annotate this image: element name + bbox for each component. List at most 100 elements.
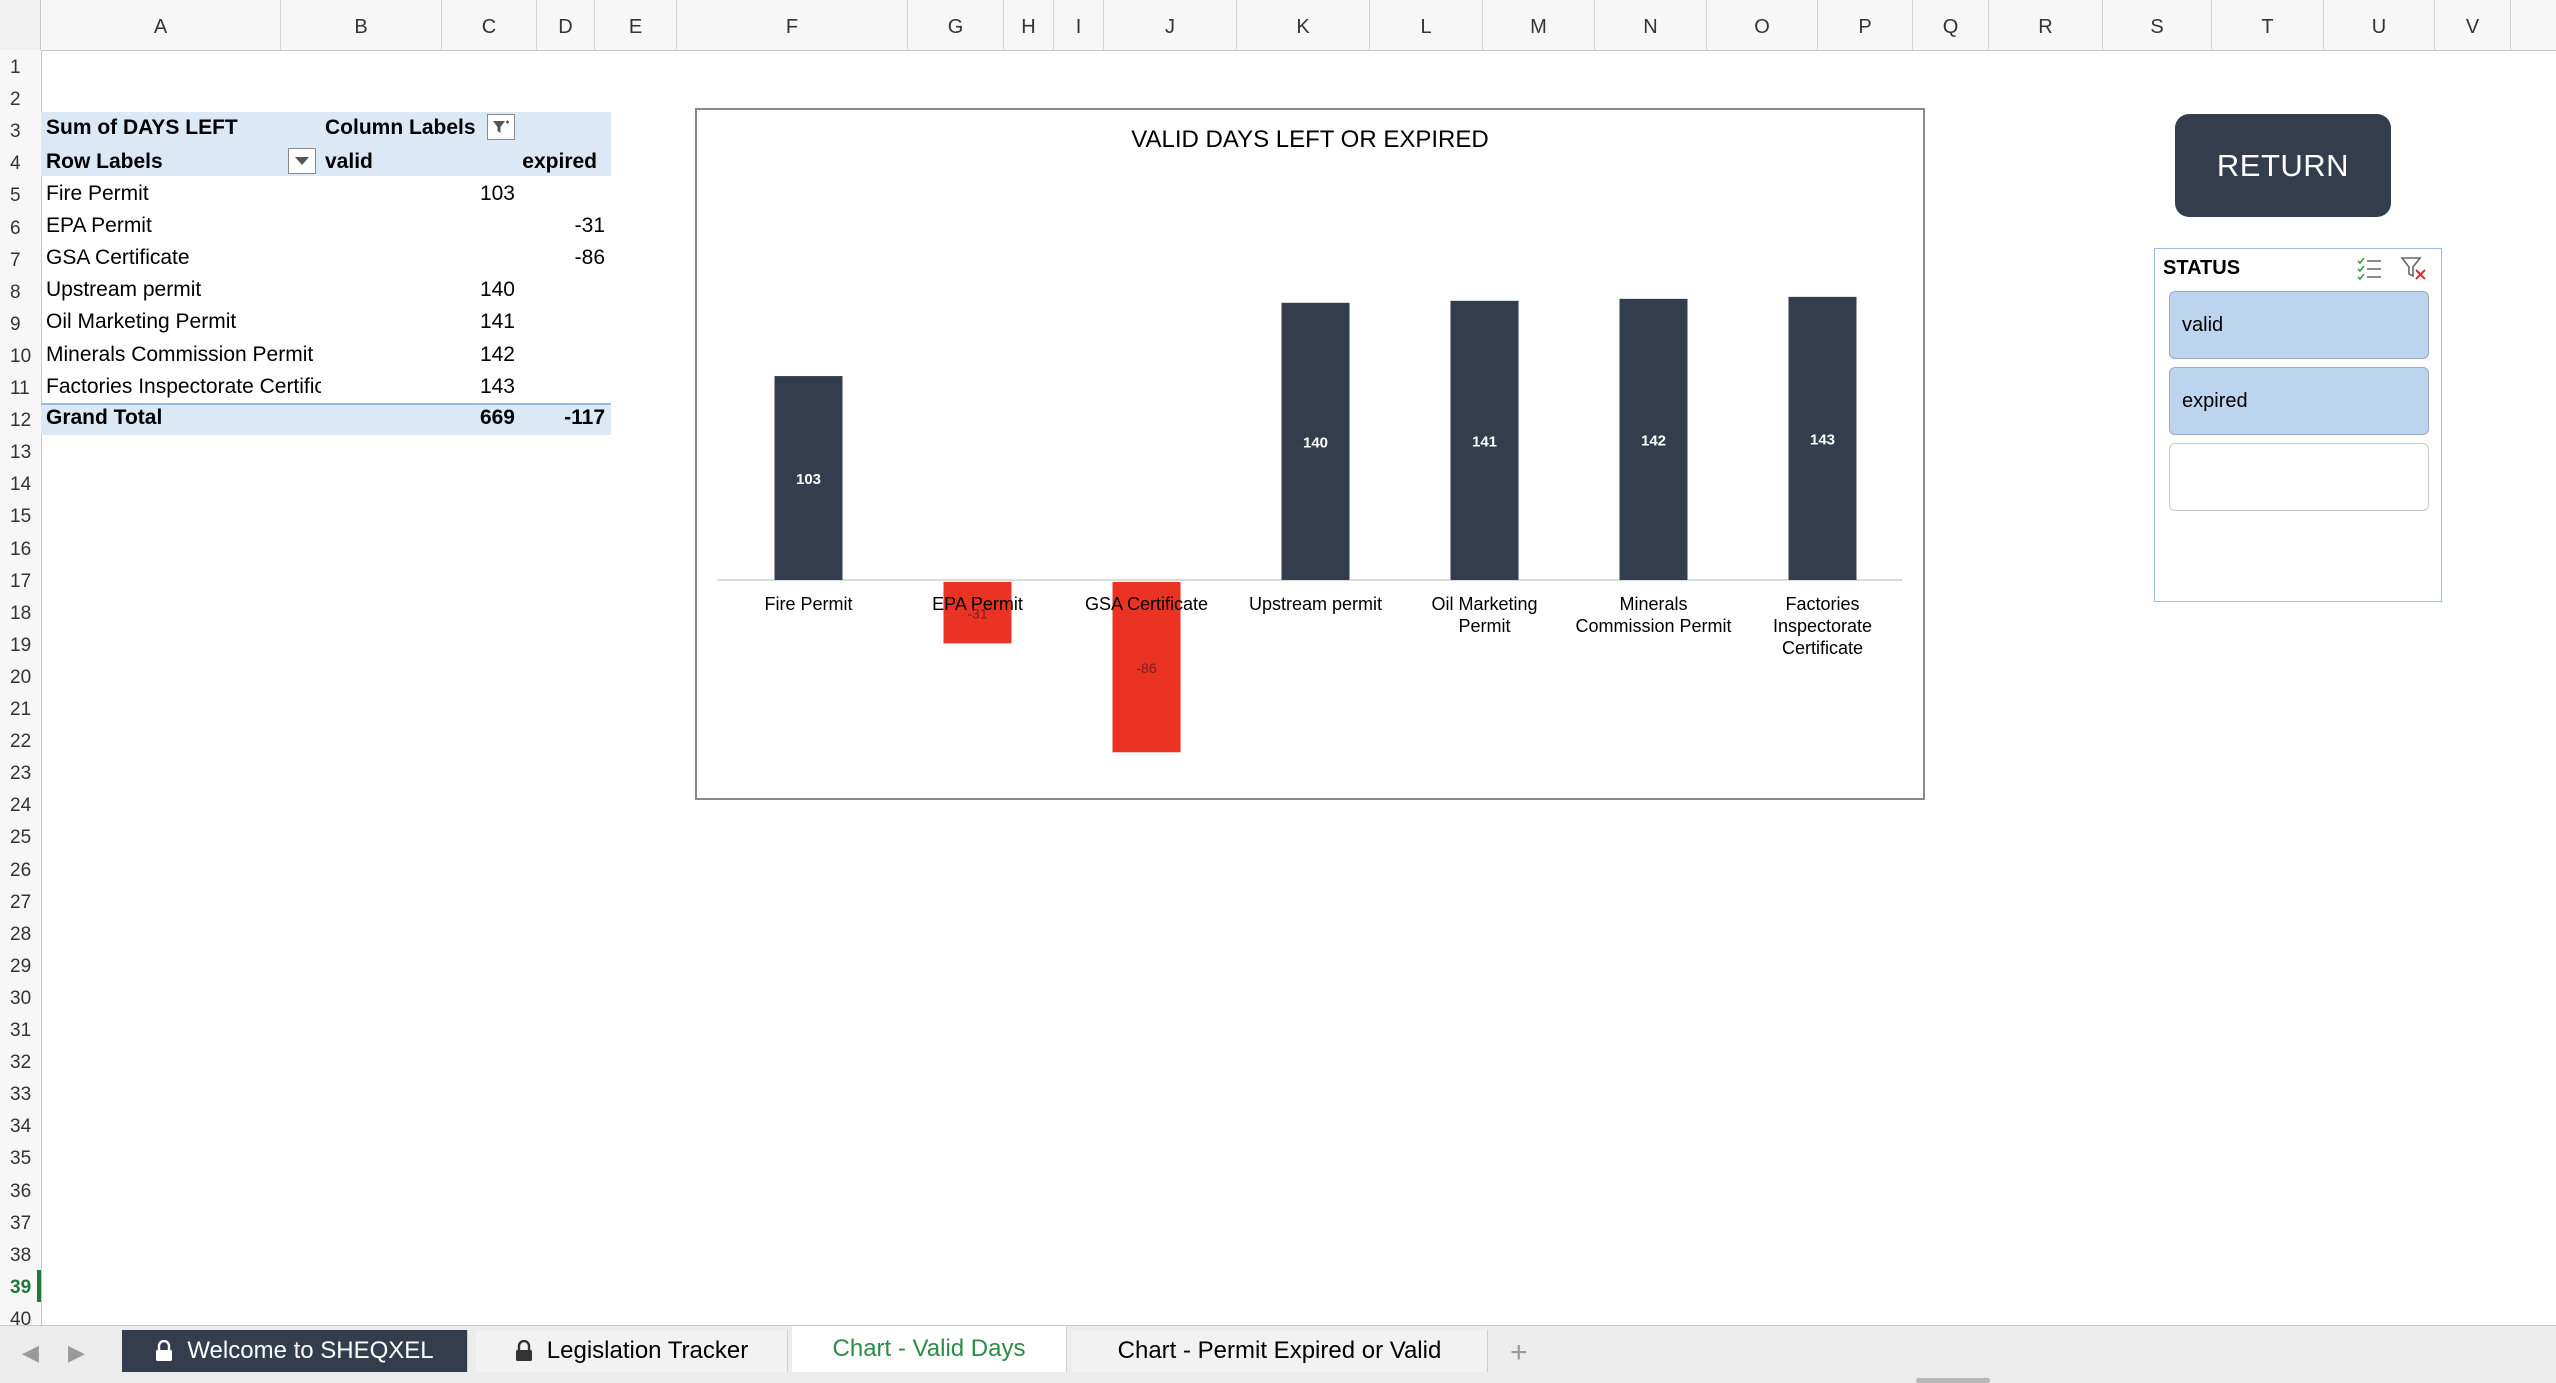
row-header-19[interactable]: 19 xyxy=(0,628,41,660)
category-label: Commission Permit xyxy=(1575,616,1731,636)
column-header-g[interactable]: G xyxy=(908,0,1004,50)
column-header-c[interactable]: C xyxy=(442,0,537,50)
column-filter-button[interactable] xyxy=(487,114,515,140)
pivot-row-expired: -86 xyxy=(574,246,605,270)
column-header-h[interactable]: H xyxy=(1004,0,1054,50)
row-header-38[interactable]: 38 xyxy=(0,1238,41,1270)
row-header-21[interactable]: 21 xyxy=(0,692,41,724)
sheet-tab-label: Chart - Valid Days xyxy=(832,1335,1026,1362)
row-header-28[interactable]: 28 xyxy=(0,917,41,949)
row-header-14[interactable]: 14 xyxy=(0,467,41,499)
sheet-tab-2[interactable]: Legislation Tracker xyxy=(476,1330,788,1372)
column-header-e[interactable]: E xyxy=(595,0,677,50)
pivot-row-label: EPA Permit xyxy=(46,214,152,238)
row-header-17[interactable]: 17 xyxy=(0,564,41,596)
category-label: Permit xyxy=(1458,616,1510,636)
column-header-v[interactable]: V xyxy=(2435,0,2511,50)
row-header-5[interactable]: 5 xyxy=(0,178,41,210)
column-header-l[interactable]: L xyxy=(1370,0,1483,50)
row-header-31[interactable]: 31 xyxy=(0,1013,41,1045)
row-header-33[interactable]: 33 xyxy=(0,1077,41,1109)
add-sheet-button[interactable]: + xyxy=(1510,1336,1528,1370)
column-header-n[interactable]: N xyxy=(1595,0,1707,50)
column-header-q[interactable]: Q xyxy=(1913,0,1989,50)
sheet-tab-4[interactable]: Chart - Permit Expired or Valid xyxy=(1072,1330,1488,1372)
row-header-34[interactable]: 34 xyxy=(0,1109,41,1141)
row-header-27[interactable]: 27 xyxy=(0,885,41,917)
row-header-3[interactable]: 3 xyxy=(0,114,41,146)
slicer-item-valid[interactable]: valid xyxy=(2169,291,2429,359)
row-header-32[interactable]: 32 xyxy=(0,1045,41,1077)
data-label: -86 xyxy=(1136,660,1156,676)
row-header-11[interactable]: 11 xyxy=(0,371,41,403)
clear-filter-icon[interactable] xyxy=(2400,255,2428,286)
row-header-25[interactable]: 25 xyxy=(0,820,41,852)
return-button[interactable]: RETURN xyxy=(2175,114,2391,217)
pivot-row-label: Factories Inspectorate Certificate xyxy=(46,374,321,398)
row-header-26[interactable]: 26 xyxy=(0,853,41,885)
sheet-tab-label: Welcome to SHEQXEL xyxy=(187,1337,434,1364)
row-header-7[interactable]: 7 xyxy=(0,243,41,275)
column-header-i[interactable]: I xyxy=(1054,0,1104,50)
pivot-row-label: Upstream permit xyxy=(46,278,202,302)
column-header-d[interactable]: D xyxy=(537,0,595,50)
row-header-40[interactable]: 40 xyxy=(0,1302,41,1325)
column-header-j[interactable]: J xyxy=(1104,0,1237,50)
pivot-row-valid: 103 xyxy=(479,182,515,205)
row-header-1[interactable]: 1 xyxy=(0,50,41,82)
row-header-30[interactable]: 30 xyxy=(0,981,41,1013)
column-header-o[interactable]: O xyxy=(1707,0,1818,50)
grand-total-valid: 669 xyxy=(479,406,515,429)
select-all-corner[interactable] xyxy=(0,0,41,50)
row-header-22[interactable]: 22 xyxy=(0,724,41,756)
slicer-item-empty[interactable] xyxy=(2169,443,2429,511)
column-header-k[interactable]: K xyxy=(1237,0,1370,50)
row-header-bar: 1 2 3 4 5 6 7 8 9 10 11 12 13 14 15 16 17 18 19 20 21 22 23 24 2… xyxy=(0,50,42,1325)
column-header-f[interactable]: F xyxy=(677,0,908,50)
column-header-s[interactable]: S xyxy=(2103,0,2212,50)
column-header-a[interactable]: A xyxy=(41,0,281,50)
column-header-m[interactable]: M xyxy=(1483,0,1595,50)
slicer-item-expired[interactable]: expired xyxy=(2169,367,2429,435)
row-header-18[interactable]: 18 xyxy=(0,596,41,628)
row-header-8[interactable]: 8 xyxy=(0,275,41,307)
row-header-6[interactable]: 6 xyxy=(0,211,41,243)
bar-chart[interactable]: VALID DAYS LEFT OR EXPIRED 103 Fire Permi… xyxy=(695,108,1925,800)
row-header-23[interactable]: 23 xyxy=(0,756,41,788)
row-filter-button[interactable] xyxy=(288,148,316,174)
row-header-13[interactable]: 13 xyxy=(0,435,41,467)
prev-sheet-icon[interactable]: ◀ xyxy=(22,1340,39,1366)
horizontal-scrollbar[interactable] xyxy=(1916,1378,1990,1383)
row-header-20[interactable]: 20 xyxy=(0,660,41,692)
row-header-12[interactable]: 12 xyxy=(0,403,41,435)
sheet-tab-label: Legislation Tracker xyxy=(546,1337,749,1364)
row-header-9[interactable]: 9 xyxy=(0,307,41,339)
row-header-24[interactable]: 24 xyxy=(0,788,41,820)
sheet-tab-3[interactable]: Chart - Valid Days xyxy=(792,1326,1067,1372)
row-header-2[interactable]: 2 xyxy=(0,82,41,114)
column-header-b[interactable]: B xyxy=(281,0,442,50)
row-header-37[interactable]: 37 xyxy=(0,1206,41,1238)
row-header-16[interactable]: 16 xyxy=(0,532,41,564)
column-header-r[interactable]: R xyxy=(1989,0,2103,50)
column-header-p[interactable]: P xyxy=(1818,0,1913,50)
row-header-36[interactable]: 36 xyxy=(0,1174,41,1206)
category-label: Inspectorate xyxy=(1773,616,1872,636)
column-header-bar: ABCDEFGHIJKLMNOPQRSTUV xyxy=(0,0,2556,51)
data-label: 103 xyxy=(796,471,821,488)
column-header-t[interactable]: T xyxy=(2212,0,2324,50)
pivot-row-valid: 142 xyxy=(479,342,515,366)
row-header-15[interactable]: 15 xyxy=(0,499,41,531)
row-header-29[interactable]: 29 xyxy=(0,949,41,981)
row-header-10[interactable]: 10 xyxy=(0,339,41,371)
column-header-u[interactable]: U xyxy=(2324,0,2435,50)
multi-select-icon[interactable] xyxy=(2355,255,2383,286)
pivot-col-valid: valid xyxy=(325,150,373,173)
row-header-4[interactable]: 4 xyxy=(0,146,41,178)
data-label: 141 xyxy=(1472,433,1497,450)
sheet-tab-1[interactable]: Welcome to SHEQXEL xyxy=(122,1330,468,1372)
row-header-39[interactable]: 39 xyxy=(0,1269,41,1302)
next-sheet-icon[interactable]: ▶ xyxy=(68,1340,85,1366)
pivot-row-labels: Row Labels xyxy=(46,150,163,173)
row-header-35[interactable]: 35 xyxy=(0,1141,41,1173)
